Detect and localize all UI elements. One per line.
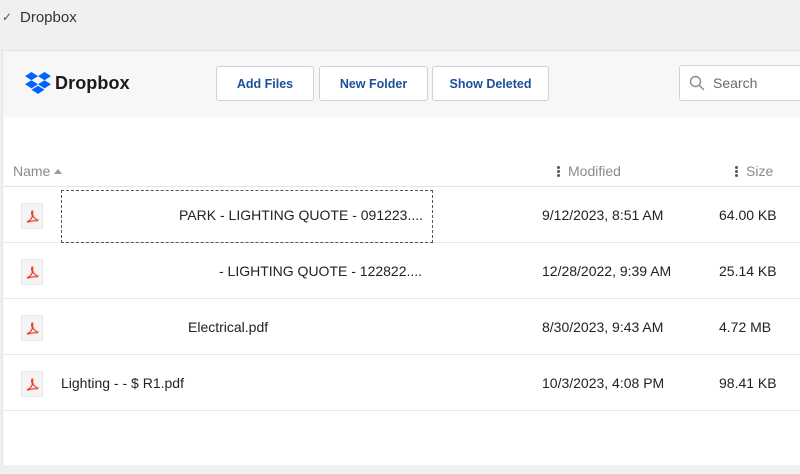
window-titlebar: ✓ Dropbox	[0, 0, 800, 34]
file-row[interactable]: PARK - LIGHTING QUOTE - 091223.... 9/12/…	[3, 188, 800, 243]
check-icon: ✓	[2, 10, 13, 24]
column-name-label: Name	[13, 163, 51, 179]
window-title: Dropbox	[20, 8, 77, 26]
pdf-icon	[21, 371, 43, 397]
brand-name: Dropbox	[55, 72, 130, 93]
file-name[interactable]: PARK - LIGHTING QUOTE - 091223....	[179, 207, 423, 223]
file-size: 98.41 KB	[719, 375, 777, 391]
column-size[interactable]: Size	[735, 163, 773, 179]
file-name[interactable]: Electrical.pdf	[188, 319, 268, 335]
file-modified: 10/3/2023, 4:08 PM	[542, 375, 665, 391]
column-modified[interactable]: Modified	[557, 163, 621, 179]
file-size: 25.14 KB	[719, 263, 777, 279]
new-folder-button[interactable]: New Folder	[319, 66, 428, 101]
file-row[interactable]: Lighting - - $ R1.pdf 10/3/2023, 4:08 PM…	[3, 356, 800, 411]
column-modified-label: Modified	[568, 163, 621, 179]
dropbox-logo-icon	[25, 72, 51, 94]
dropbox-panel: Dropbox Add Files New Folder Show Delete…	[2, 50, 800, 465]
search-icon	[689, 75, 705, 91]
search-box[interactable]	[679, 65, 800, 101]
header-toolbar: Dropbox Add Files New Folder Show Delete…	[3, 51, 800, 117]
column-name[interactable]: Name	[13, 163, 63, 179]
show-deleted-button[interactable]: Show Deleted	[432, 66, 549, 101]
pdf-icon	[21, 315, 43, 341]
dropbox-logo[interactable]: Dropbox	[25, 72, 130, 94]
file-name[interactable]: Lighting - - $ R1.pdf	[61, 375, 184, 391]
pdf-icon	[21, 259, 43, 285]
file-size: 64.00 KB	[719, 207, 777, 223]
file-size: 4.72 MB	[719, 319, 772, 335]
bottom-edge	[0, 465, 800, 474]
file-name[interactable]: - LIGHTING QUOTE - 122822....	[219, 263, 422, 279]
file-modified: 8/30/2023, 9:43 AM	[542, 319, 664, 335]
column-menu-icon[interactable]	[735, 165, 738, 177]
file-row[interactable]: - LIGHTING QUOTE - 122822.... 12/28/2022…	[3, 244, 800, 299]
column-header: Name Modified Size	[3, 153, 800, 187]
file-modified: 9/12/2023, 8:51 AM	[542, 207, 664, 223]
column-size-label: Size	[746, 163, 774, 179]
add-files-button[interactable]: Add Files	[216, 66, 314, 101]
column-menu-icon[interactable]	[557, 165, 560, 177]
file-modified: 12/28/2022, 9:39 AM	[542, 263, 672, 279]
file-row[interactable]: Electrical.pdf 8/30/2023, 9:43 AM 4.72 M…	[3, 300, 800, 355]
sort-ascending-icon	[54, 168, 63, 174]
pdf-icon	[21, 203, 43, 229]
search-input[interactable]	[713, 75, 800, 91]
